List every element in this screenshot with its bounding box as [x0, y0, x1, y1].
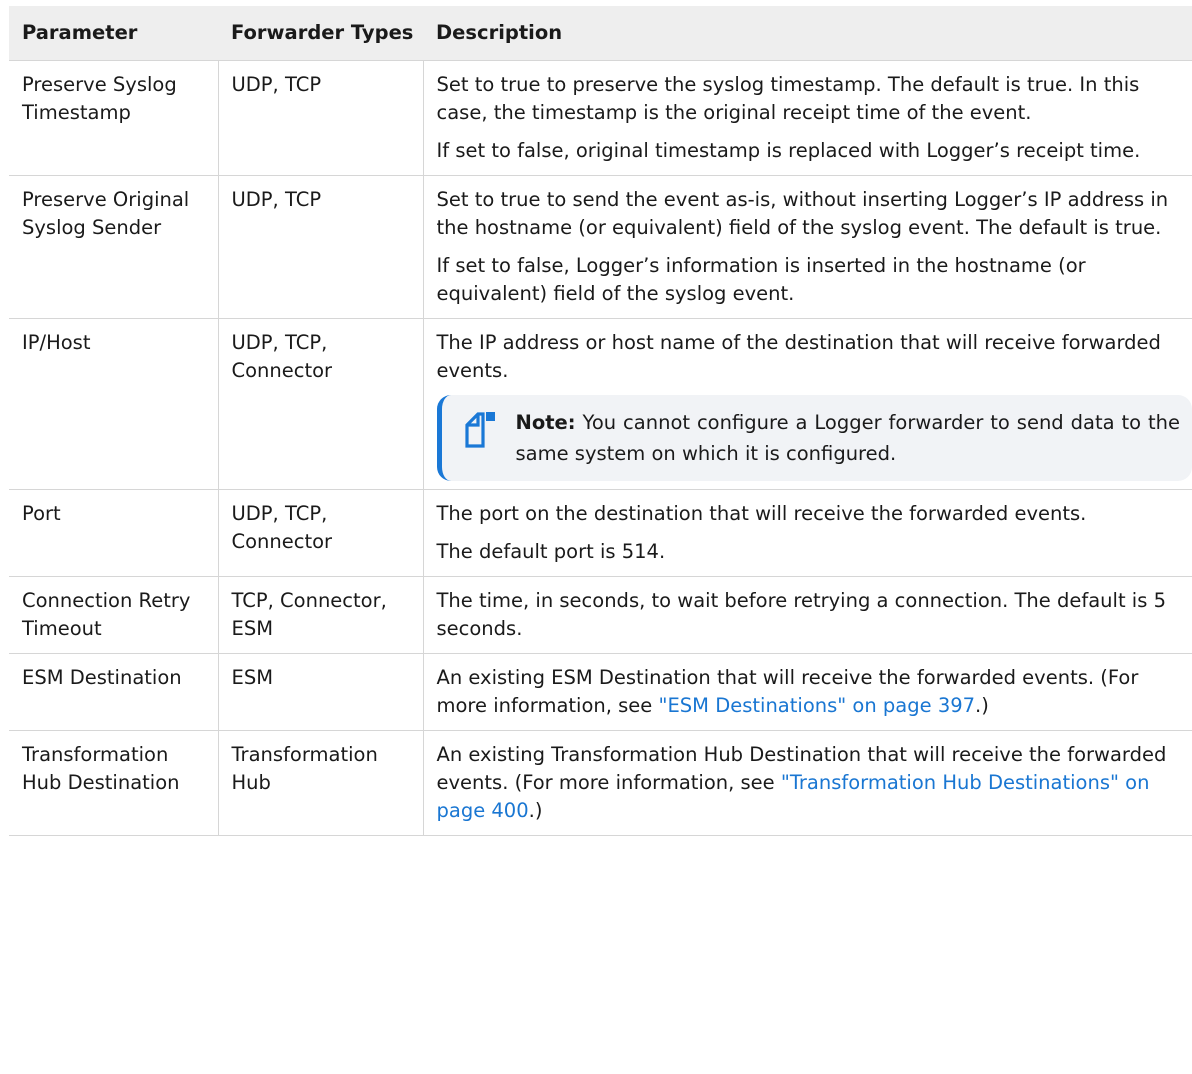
description-text-end: .) [975, 694, 989, 717]
description-text: If set to false, original timestamp is r… [436, 139, 1141, 162]
header-parameter: Parameter [9, 6, 218, 61]
description-text: Set to true to send the event as-is, wit… [436, 188, 1169, 239]
types-cell: UDP, TCP, Connector [218, 489, 424, 577]
parameter-cell: Connection Retry Timeout [9, 576, 219, 654]
table-row: IP/Host UDP, TCP, Connector The IP addre… [9, 318, 1192, 490]
table-row: Transformation Hub Destination Transform… [9, 730, 1192, 836]
note-body: You cannot configure a Logger forwarder … [515, 411, 1181, 465]
note-label: Note: [515, 411, 576, 434]
parameter-cell: Port [9, 489, 219, 577]
types-cell: ESM [218, 653, 424, 731]
table-header-row: Parameter Forwarder Types Description [9, 6, 1192, 61]
description-cell: An existing Transformation Hub Destinati… [423, 730, 1192, 836]
description-cell: An existing ESM Destination that will re… [423, 653, 1192, 731]
table-row: Preserve Syslog Timestamp UDP, TCP Set t… [9, 60, 1192, 176]
header-description: Description [423, 6, 1192, 61]
table-row: ESM Destination ESM An existing ESM Dest… [9, 653, 1192, 731]
parameters-table: Parameter Forwarder Types Description Pr… [9, 6, 1192, 836]
note-text: Note: You cannot configure a Logger forw… [516, 407, 1181, 469]
parameter-cell: Transformation Hub Destination [9, 730, 219, 836]
description-cell: The IP address or host name of the desti… [423, 318, 1192, 490]
types-cell: UDP, TCP, Connector [218, 318, 424, 490]
types-cell: UDP, TCP [218, 60, 424, 176]
description-cell: The port on the destination that will re… [423, 489, 1192, 577]
parameter-cell: IP/Host [9, 318, 219, 490]
description-text: The port on the destination that will re… [436, 502, 1087, 525]
description-cell: Set to true to preserve the syslog times… [423, 60, 1192, 176]
description-text: The default port is 514. [436, 540, 666, 563]
types-cell: UDP, TCP [218, 175, 424, 319]
note-icon [464, 407, 516, 457]
description-text: Set to true to preserve the syslog times… [436, 73, 1140, 124]
description-text: The time, in seconds, to wait before ret… [436, 589, 1166, 640]
types-cell: TCP, Connector, ESM [218, 576, 424, 654]
note-callout: Note: You cannot configure a Logger forw… [436, 395, 1192, 481]
parameter-cell: Preserve Syslog Timestamp [9, 60, 219, 176]
table-row: Connection Retry Timeout TCP, Connector,… [9, 576, 1192, 654]
description-text-end: .) [528, 799, 543, 822]
description-cell: Set to true to send the event as-is, wit… [423, 175, 1192, 319]
description-text: The IP address or host name of the desti… [436, 331, 1161, 382]
header-forwarder-types: Forwarder Types [218, 6, 423, 61]
description-cell: The time, in seconds, to wait before ret… [423, 576, 1192, 654]
description-text: An existing ESM Destination that will re… [437, 664, 1192, 720]
description-text: If set to false, Logger’s information is… [436, 254, 1086, 305]
parameter-cell: Preserve Original Syslog Sender [9, 175, 219, 319]
table-row: Preserve Original Syslog Sender UDP, TCP… [9, 175, 1192, 319]
parameter-cell: ESM Destination [9, 653, 219, 731]
types-cell: Transformation Hub [218, 730, 424, 836]
table-row: Port UDP, TCP, Connector The port on the… [9, 489, 1192, 577]
esm-destinations-link[interactable]: "ESM Destinations" on page 397 [659, 694, 976, 717]
description-text: An existing Transformation Hub Destinati… [437, 741, 1192, 825]
